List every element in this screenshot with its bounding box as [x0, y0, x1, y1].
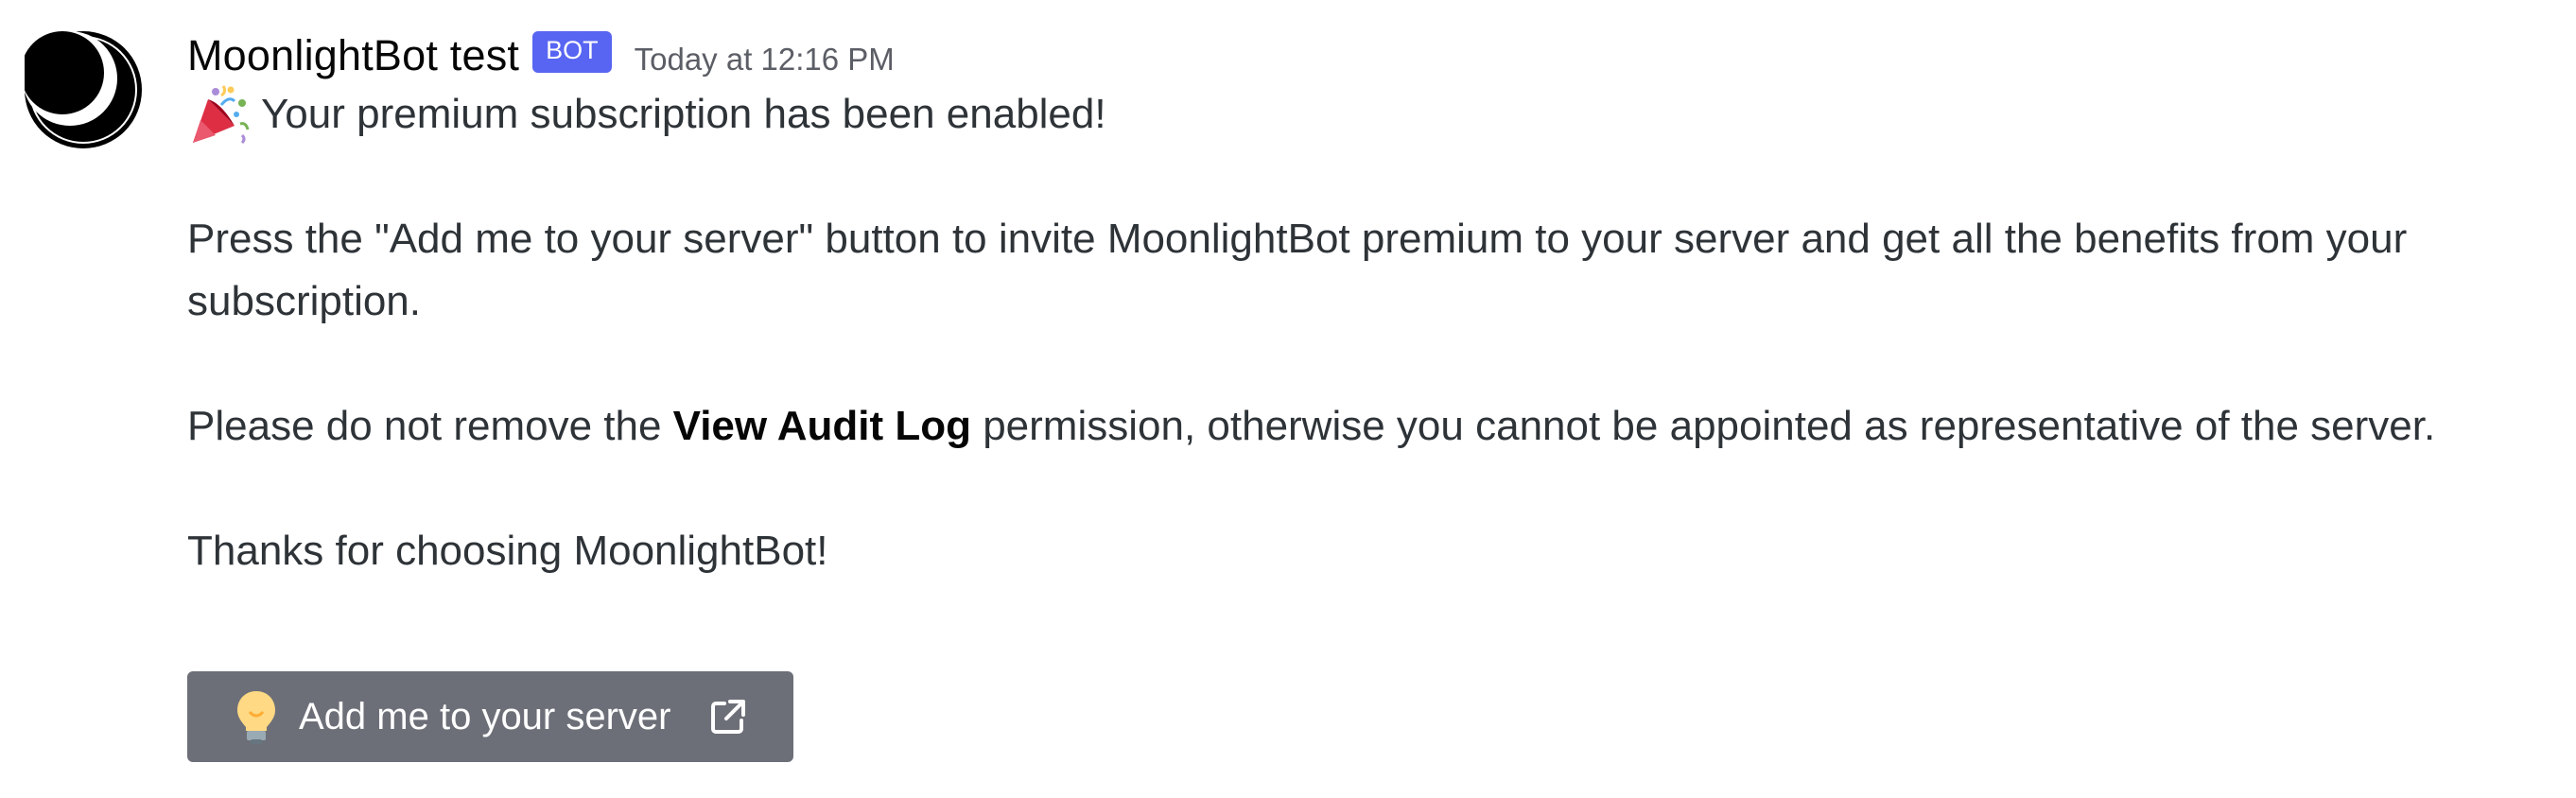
avatar[interactable] — [25, 31, 142, 148]
moon-avatar-icon — [25, 31, 142, 148]
message-line-1-text: Your premium subscription has been enabl… — [261, 91, 1106, 137]
message-line-1: Your premium subscription has been enabl… — [187, 83, 2495, 146]
light-bulb-icon — [237, 691, 275, 744]
external-link-icon — [710, 700, 745, 734]
paragraph-2-text-end: permission, otherwise you cannot be appo… — [970, 403, 2436, 449]
message-paragraph-1: Press the "Add me to your server" button… — [187, 216, 2408, 324]
add-to-server-button-label: Add me to your server — [299, 695, 671, 737]
paragraph-2-text-start: Please do not remove the — [187, 403, 673, 449]
chat-message: MoonlightBot test BOT Today at 12:16 PM — [0, 0, 2576, 798]
party-popper-icon — [193, 85, 250, 145]
message-content: MoonlightBot test BOT Today at 12:16 PM — [187, 28, 2495, 582]
author-name[interactable]: MoonlightBot test — [187, 31, 519, 80]
message-body: Your premium subscription has been enabl… — [187, 83, 2495, 582]
permission-name: View Audit Log — [672, 403, 971, 449]
message-paragraph-2: Please do not remove the View Audit Log … — [187, 395, 2495, 458]
message-timestamp[interactable]: Today at 12:16 PM — [635, 42, 895, 78]
bot-badge: BOT — [532, 31, 612, 73]
message-header: MoonlightBot test BOT Today at 12:16 PM — [187, 28, 2495, 83]
add-to-server-button[interactable]: Add me to your server — [187, 671, 793, 762]
message-paragraph-3: Thanks for choosing MoonlightBot! — [187, 528, 828, 574]
